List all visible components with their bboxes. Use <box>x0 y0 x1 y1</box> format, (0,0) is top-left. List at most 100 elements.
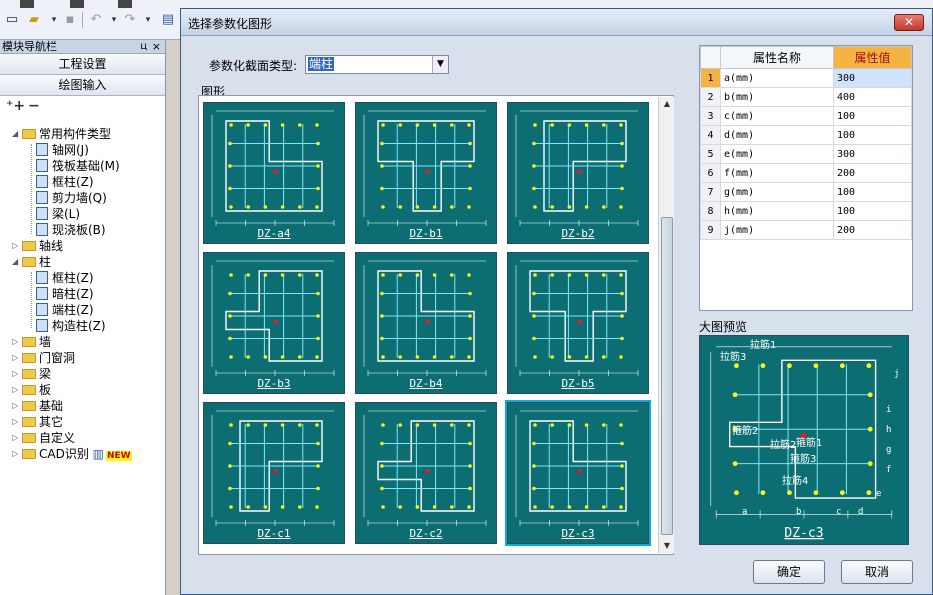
property-value[interactable]: 100 <box>833 125 912 145</box>
expand-all-icon[interactable]: ⁺+ <box>6 98 25 114</box>
rebar-dot <box>468 141 472 146</box>
tree-folder[interactable]: ▷ 其它 <box>12 414 63 430</box>
rebar-dot <box>228 464 232 468</box>
collapse-all-icon[interactable]: − <box>28 98 40 114</box>
collapse-arrow-icon[interactable]: ◢ <box>12 126 20 142</box>
tree-folder[interactable]: ▷ 门窗洞 <box>12 350 75 366</box>
shape-tile[interactable]: DZ-b3 <box>203 252 345 394</box>
chevron-down-icon[interactable]: ▾ <box>46 12 62 28</box>
close-icon[interactable]: × <box>152 40 161 54</box>
property-value[interactable]: 100 <box>833 182 912 202</box>
cancel-button[interactable]: 取消 <box>841 560 913 584</box>
property-value[interactable]: 300 <box>833 68 912 88</box>
property-row[interactable]: 1 a(mm) 300 <box>700 68 912 88</box>
expand-arrow-icon[interactable]: ▷ <box>12 238 20 254</box>
gallery-scrollbar[interactable]: ▲ ▼ <box>658 97 674 553</box>
property-row[interactable]: 8 h(mm) 100 <box>700 201 912 221</box>
rebar-dot <box>867 426 873 432</box>
property-name: c(mm) <box>720 106 834 126</box>
row-index: 5 <box>700 144 721 164</box>
shape-tile[interactable]: DZ-a4 <box>203 102 345 244</box>
rebar-dot <box>415 505 420 509</box>
expand-arrow-icon[interactable]: ▷ <box>12 446 20 462</box>
property-value[interactable]: 300 <box>833 144 912 164</box>
tree-leaf[interactable]: 剪力墙(Q) <box>34 190 107 206</box>
rebar-dot <box>468 314 472 318</box>
scroll-thumb[interactable] <box>661 217 673 535</box>
layer-icon[interactable]: ▤ <box>160 12 176 28</box>
rebar-dot <box>380 314 384 318</box>
expand-arrow-icon[interactable]: ▷ <box>12 414 20 430</box>
expand-arrow-icon[interactable]: ▷ <box>12 334 20 350</box>
rebar-dot <box>315 123 319 127</box>
chevron-down-icon[interactable]: ▾ <box>140 12 156 28</box>
expand-arrow-icon[interactable]: ▷ <box>12 382 20 398</box>
tree-leaf[interactable]: 端柱(Z) <box>34 302 94 318</box>
expand-arrow-icon[interactable]: ▷ <box>12 398 20 414</box>
undo-icon[interactable]: ↶ <box>88 12 104 28</box>
property-row[interactable]: 6 f(mm) 200 <box>700 163 912 183</box>
property-row[interactable]: 7 g(mm) 100 <box>700 182 912 202</box>
property-row[interactable]: 2 b(mm) 400 <box>700 87 912 107</box>
tree-folder[interactable]: ▷ 梁 <box>12 366 51 382</box>
tree-leaf[interactable]: 框柱(Z) <box>34 174 94 190</box>
collapse-arrow-icon[interactable]: ◢ <box>12 254 20 270</box>
rebar-dot <box>246 123 250 127</box>
shape-tile[interactable]: DZ-b1 <box>355 102 497 244</box>
open-folder-icon[interactable]: ▰ <box>26 12 42 28</box>
drawing-input-button[interactable]: 绘图输入 <box>0 75 165 96</box>
tree-folder[interactable]: ▷ 自定义 <box>12 430 75 446</box>
property-row[interactable]: 3 c(mm) 100 <box>700 106 912 126</box>
ok-button[interactable]: 确定 <box>753 560 825 584</box>
tree-leaf[interactable]: 梁(L) <box>34 206 80 222</box>
dimension-label: h <box>886 425 891 435</box>
tree-leaf[interactable]: 框柱(Z) <box>34 270 94 286</box>
section-type-select[interactable]: 端柱 ▼ <box>305 55 449 74</box>
property-value[interactable]: 400 <box>833 87 912 107</box>
redo-icon[interactable]: ↷ <box>122 12 138 28</box>
shape-tile[interactable]: DZ-b2 <box>507 102 649 244</box>
tree-folder[interactable]: ▷ 墙 <box>12 334 51 350</box>
rebar-dot <box>228 164 232 168</box>
new-file-icon[interactable]: ▭ <box>4 12 20 28</box>
shape-tile[interactable]: DZ-c3 <box>505 400 651 546</box>
save-icon[interactable]: ▪ <box>62 12 78 28</box>
shape-tile[interactable]: DZ-c2 <box>355 402 497 544</box>
property-row[interactable]: 5 e(mm) 300 <box>700 144 912 164</box>
expand-arrow-icon[interactable]: ▷ <box>12 366 20 382</box>
shape-tile[interactable]: DZ-b5 <box>507 252 649 394</box>
tree-folder[interactable]: ▷ 轴线 <box>12 238 63 254</box>
chevron-down-icon[interactable]: ▾ <box>106 12 122 28</box>
close-button[interactable]: ✕ <box>894 14 924 31</box>
rebar-dot <box>398 273 402 277</box>
component-icon <box>36 159 48 172</box>
pin-icon[interactable]: ц <box>140 40 147 54</box>
project-settings-button[interactable]: 工程设置 <box>0 54 165 75</box>
property-value[interactable]: 200 <box>833 220 912 240</box>
shape-tile[interactable]: DZ-c1 <box>203 402 345 544</box>
tree-leaf[interactable]: 构造柱(Z) <box>34 318 106 334</box>
tree-folder[interactable]: ▷ CAD识别 ▥ NEW <box>12 446 132 462</box>
tree-folder[interactable]: ◢ 常用构件类型 <box>12 126 111 142</box>
rebar-dot <box>432 273 437 277</box>
tree-folder[interactable]: ▷ 板 <box>12 382 51 398</box>
tree-leaf[interactable]: 暗柱(Z) <box>34 286 94 302</box>
tree-folder[interactable]: ▷ 基础 <box>12 398 63 414</box>
rebar-dot <box>398 355 402 359</box>
property-row[interactable]: 4 d(mm) 100 <box>700 125 912 145</box>
property-value[interactable]: 100 <box>833 106 912 126</box>
tree-leaf[interactable]: 轴网(J) <box>34 142 89 158</box>
scroll-down-icon[interactable]: ▼ <box>659 539 675 553</box>
tree-leaf[interactable]: 筏板基础(M) <box>34 158 120 174</box>
tree-leaf[interactable]: 现浇板(B) <box>34 222 106 238</box>
tree-folder[interactable]: ◢ 柱 <box>12 254 51 270</box>
property-value[interactable]: 100 <box>833 201 912 221</box>
expand-arrow-icon[interactable]: ▷ <box>12 430 20 446</box>
expand-arrow-icon[interactable]: ▷ <box>12 350 20 366</box>
scroll-up-icon[interactable]: ▲ <box>659 97 675 111</box>
property-row[interactable]: 9 j(mm) 200 <box>700 220 912 240</box>
shape-tile[interactable]: DZ-b4 <box>355 252 497 394</box>
rebar-dot <box>550 205 554 209</box>
property-value[interactable]: 200 <box>833 163 912 183</box>
chevron-down-icon[interactable]: ▼ <box>432 56 448 73</box>
